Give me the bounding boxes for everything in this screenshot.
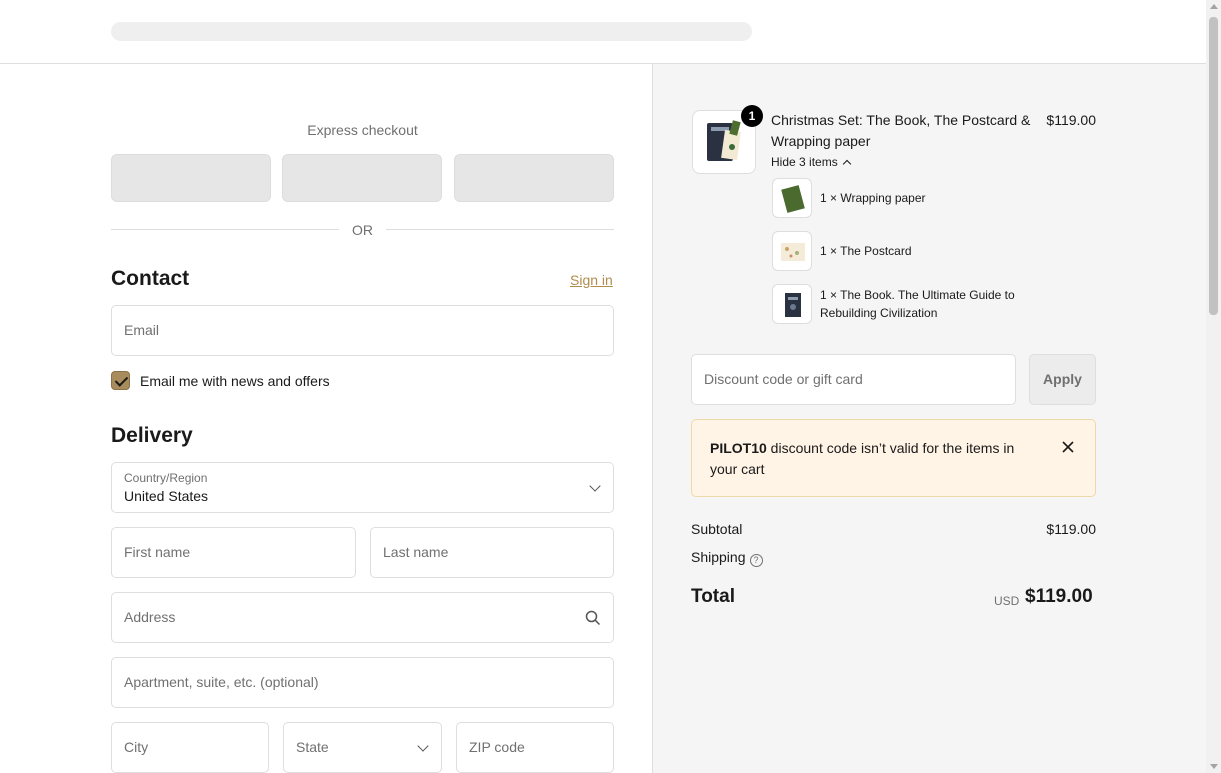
order-summary: 1 Christmas Set: The Book, The Postcard …	[652, 64, 1206, 773]
country-select[interactable]: Country/Region United States	[111, 462, 614, 513]
subtotal-value: $119.00	[1046, 521, 1096, 537]
close-icon[interactable]	[1060, 439, 1076, 455]
list-item: 1 × Wrapping paper	[820, 191, 926, 205]
discount-placeholder: Discount code or gift card	[704, 371, 863, 387]
contact-heading: Contact	[111, 267, 190, 290]
shipping-label: Shipping	[691, 549, 746, 565]
scrollbar[interactable]	[1206, 0, 1221, 773]
total-value: $119.00	[1025, 586, 1093, 607]
total-label: Total	[691, 586, 735, 607]
or-text: OR	[352, 222, 373, 238]
express-pay-button-3[interactable]	[454, 154, 614, 202]
address-field[interactable]: Address	[111, 592, 614, 643]
wrapping-paper-image	[772, 178, 812, 218]
postcard-image	[772, 231, 812, 271]
scroll-down-arrow-icon[interactable]	[1210, 764, 1218, 769]
wrapping-paper-art	[781, 185, 805, 213]
or-divider: OR	[111, 221, 614, 239]
checkout-form: Express checkout OR Contact Sign in Emai…	[0, 64, 652, 773]
total-currency: USD	[994, 594, 1020, 608]
header	[0, 0, 1206, 64]
search-icon	[585, 610, 601, 626]
address-placeholder: Address	[124, 609, 176, 625]
book-art	[785, 293, 801, 317]
sign-in-link[interactable]: Sign in	[570, 272, 613, 288]
logo-placeholder	[111, 22, 752, 41]
country-label: Country/Region	[124, 471, 208, 485]
discount-error-code: PILOT10	[710, 440, 767, 456]
zip-placeholder: ZIP code	[469, 739, 525, 755]
newsletter-label: Email me with news and offers	[140, 373, 330, 389]
chevron-down-icon	[589, 480, 601, 492]
discount-code-field[interactable]: Discount code or gift card	[691, 354, 1016, 405]
divider-line	[386, 229, 614, 230]
postcard-art	[781, 243, 805, 261]
product-price: $119.00	[1046, 112, 1096, 128]
chevron-up-icon	[842, 159, 851, 169]
scroll-up-arrow-icon[interactable]	[1210, 4, 1218, 9]
apartment-field[interactable]: Apartment, suite, etc. (optional)	[111, 657, 614, 708]
express-checkout-title: Express checkout	[307, 122, 418, 138]
list-item: 1 × The Book. The Ultimate Guide to Rebu…	[820, 288, 1015, 320]
delivery-heading: Delivery	[111, 424, 193, 447]
city-placeholder: City	[124, 739, 149, 755]
last-name-placeholder: Last name	[383, 544, 449, 560]
quantity-badge: 1	[741, 105, 763, 127]
state-placeholder: State	[296, 739, 329, 755]
email-placeholder: Email	[124, 322, 160, 338]
shipping-row: Shipping?	[691, 549, 763, 567]
country-value: United States	[124, 488, 209, 504]
discount-error-alert: PILOT10 discount code isn’t valid for th…	[691, 419, 1096, 497]
first-name-field[interactable]: First name	[111, 527, 356, 578]
last-name-field[interactable]: Last name	[370, 527, 614, 578]
express-pay-button-2[interactable]	[282, 154, 442, 202]
city-field[interactable]: City	[111, 722, 269, 773]
newsletter-checkbox[interactable]	[111, 371, 130, 390]
subtotal-label: Subtotal	[691, 521, 743, 537]
list-item: 1 × The Postcard	[820, 244, 912, 258]
first-name-placeholder: First name	[124, 544, 191, 560]
hide-items-label: Hide 3 items	[771, 155, 838, 169]
hide-items-toggle[interactable]: Hide 3 items	[771, 155, 851, 169]
chevron-down-icon	[417, 740, 429, 752]
apply-button[interactable]: Apply	[1029, 354, 1096, 405]
state-select[interactable]: State	[283, 722, 442, 773]
express-pay-button-1[interactable]	[111, 154, 271, 202]
book-image	[772, 284, 812, 324]
apartment-placeholder: Apartment, suite, etc. (optional)	[124, 674, 319, 690]
zip-field[interactable]: ZIP code	[456, 722, 614, 773]
product-name: Christmas Set: The Book, The Postcard & …	[771, 112, 1031, 149]
help-icon[interactable]: ?	[749, 554, 763, 567]
email-field[interactable]: Email	[111, 305, 614, 356]
scroll-thumb[interactable]	[1209, 17, 1218, 315]
discount-error-text: PILOT10 discount code isn’t valid for th…	[710, 438, 1040, 480]
